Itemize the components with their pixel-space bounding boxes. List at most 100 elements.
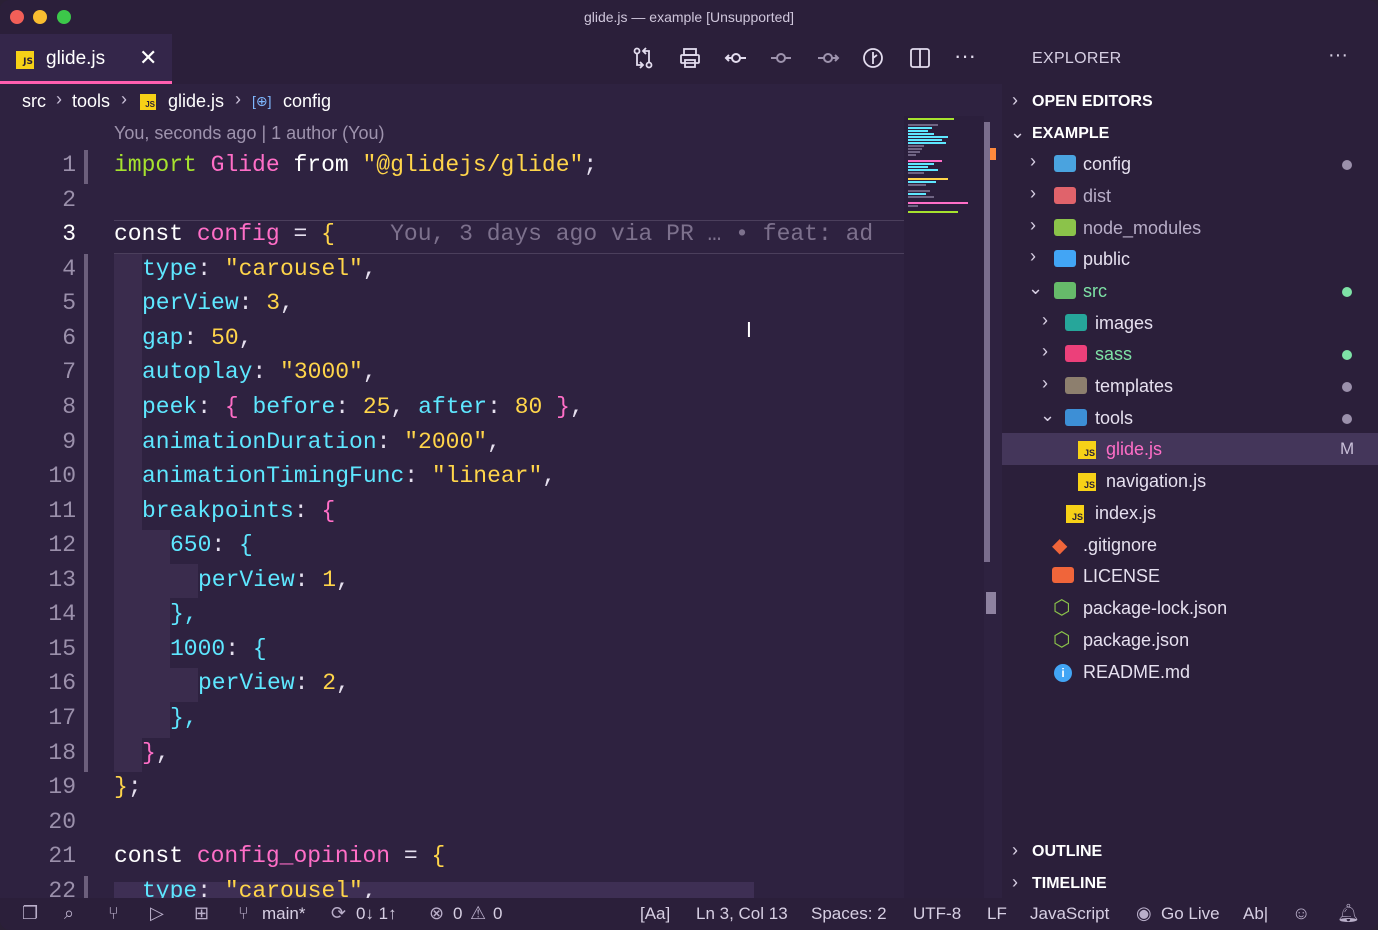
git-modified-badge: M (1340, 439, 1355, 458)
tree-item-dist[interactable]: › dist (1002, 180, 1378, 212)
folder-node-icon (1054, 219, 1076, 236)
code-line: perView: 2, (198, 670, 350, 696)
javascript-file-icon: JS (140, 94, 156, 110)
breadcrumb-chevron-icon: › (56, 89, 62, 109)
more-actions-icon[interactable]: ··· (952, 45, 978, 72)
tree-item-gitignore[interactable]: ◆ .gitignore (1002, 529, 1378, 561)
tree-item-package-lock-json[interactable]: ⬡ package-lock.json (1002, 592, 1378, 624)
title-bar: glide.js — example [Unsupported] (0, 0, 1378, 34)
code-line: peek: { before: 25, after: 80 }, (142, 394, 584, 420)
timeline-icon[interactable] (860, 46, 886, 72)
javascript-file-icon: JS (1078, 473, 1096, 491)
warning-count[interactable]: 0 (493, 904, 502, 924)
line-number: 5 (62, 290, 76, 316)
line-number: 11 (48, 498, 76, 524)
run-debug-icon[interactable]: ▷ (150, 903, 164, 924)
source-control-icon[interactable]: ⑂ (108, 903, 119, 924)
code-editor[interactable]: You, seconds ago | 1 author (You) 1 2 3 … (0, 116, 1002, 898)
tree-item-package-json[interactable]: ⬡ package.json (1002, 624, 1378, 656)
git-branch[interactable]: main* (262, 904, 305, 924)
tree-item-tools[interactable]: ⌄ tools (1002, 402, 1378, 434)
indent-guide (142, 530, 170, 738)
line-number: 16 (48, 670, 76, 696)
folder-public-icon (1054, 250, 1076, 267)
variable-symbol-icon: [⊕] (252, 93, 272, 109)
feedback-icon[interactable]: ☺ (1292, 903, 1310, 924)
code-line: type: "carousel", (142, 878, 377, 898)
breadcrumb-glide-js[interactable]: glide.js (168, 91, 224, 112)
chevron-right-icon: › (1030, 215, 1036, 235)
tree-item-navigation-js[interactable]: JS navigation.js (1002, 465, 1378, 497)
untracked-indicator (1342, 382, 1352, 392)
gutter-change-marker (84, 150, 88, 184)
end-of-line[interactable]: LF (987, 904, 1007, 924)
tree-item-license[interactable]: LICENSE (1002, 560, 1378, 592)
error-count[interactable]: 0 (453, 904, 462, 924)
section-example[interactable]: ⌄ EXAMPLE (1002, 122, 1378, 148)
code-line: 1000: { (170, 636, 267, 662)
close-tab-icon[interactable]: ✕ (139, 45, 157, 71)
folder-images-icon (1065, 314, 1087, 331)
code-line: const config_opinion = { (114, 843, 446, 869)
match-case-toggle[interactable]: [Aa] (640, 904, 670, 924)
tree-item-index-js[interactable]: JS index.js (1002, 497, 1378, 529)
sync-icon[interactable]: ⟳ (331, 903, 346, 924)
tree-item-readme-md[interactable]: i README.md (1002, 656, 1378, 688)
section-open-editors[interactable]: › OPEN EDITORS (1002, 90, 1378, 116)
section-timeline[interactable]: › TIMELINE (1002, 872, 1378, 898)
go-live-button[interactable]: Go Live (1161, 904, 1220, 924)
tree-item-src[interactable]: ⌄ src (1002, 275, 1378, 307)
indentation[interactable]: Spaces: 2 (811, 904, 887, 924)
tree-item-sass[interactable]: › sass (1002, 338, 1378, 370)
cursor-position[interactable]: Ln 3, Col 13 (696, 904, 788, 924)
status-bar: ❐ ⌕ ⑂ ▷ ⊞ ⑂ main* ⟳ 0↓ 1↑ ⊗ 0 ⚠ 0 [Aa] L… (0, 898, 1378, 930)
sync-status[interactable]: 0↓ 1↑ (356, 904, 397, 924)
tree-item-public[interactable]: › public (1002, 243, 1378, 275)
more-actions-icon[interactable]: ··· (1328, 44, 1348, 67)
breadcrumb: src › tools › JS glide.js › [⊕] config (0, 84, 1002, 116)
section-outline[interactable]: › OUTLINE (1002, 840, 1378, 866)
language-mode[interactable]: JavaScript (1030, 904, 1109, 924)
git-blame-header[interactable]: You, seconds ago | 1 author (You) (114, 123, 385, 144)
copy-icon[interactable]: ❐ (22, 903, 38, 924)
line-number: 22 (48, 878, 76, 898)
encoding[interactable]: UTF-8 (913, 904, 961, 924)
scrollbar-thumb[interactable] (984, 122, 990, 562)
scrollbar-marker (986, 592, 996, 614)
folder-dist-icon (1054, 187, 1076, 204)
print-icon[interactable] (677, 46, 703, 72)
breadcrumb-config[interactable]: config (283, 91, 331, 112)
git-commit-prev-icon[interactable] (768, 46, 794, 72)
warning-icon: ⚠ (470, 903, 487, 923)
git-commit-icon[interactable] (723, 46, 749, 72)
folder-sass-icon (1065, 345, 1087, 362)
indent-guide (114, 254, 142, 772)
search-icon[interactable]: ⌕ (64, 903, 74, 924)
chevron-right-icon: › (1042, 310, 1048, 330)
line-number: 15 (48, 636, 76, 662)
folder-src-icon (1054, 282, 1076, 299)
tree-item-glide-js[interactable]: JS glide.js M (1002, 433, 1378, 465)
code-line: type: "carousel", (142, 256, 377, 282)
breadcrumb-tools[interactable]: tools (72, 91, 110, 112)
breadcrumb-src[interactable]: src (22, 91, 46, 112)
git-icon: ◆ (1052, 535, 1068, 557)
split-editor-icon[interactable] (907, 46, 933, 72)
tree-item-node-modules[interactable]: › node_modules (1002, 212, 1378, 244)
extensions-icon[interactable]: ⊞ (194, 903, 209, 924)
line-number: 4 (62, 256, 76, 282)
modified-indicator (1342, 350, 1352, 360)
minimap[interactable] (904, 116, 984, 898)
bell-icon[interactable]: 🔔︎ (1337, 903, 1360, 924)
tree-item-config[interactable]: › config (1002, 148, 1378, 180)
editor-scrollbar[interactable] (984, 116, 1002, 898)
code-line: perView: 1, (198, 567, 350, 593)
spell-check[interactable]: Ab| (1243, 904, 1268, 924)
git-commit-next-icon[interactable] (815, 46, 841, 72)
tree-item-images[interactable]: › images (1002, 307, 1378, 339)
tree-item-templates[interactable]: › templates (1002, 370, 1378, 402)
git-compare-icon[interactable] (630, 46, 656, 72)
explorer-sidebar: EXPLORER ··· › OPEN EDITORS ⌄ EXAMPLE › … (1002, 34, 1378, 898)
chevron-right-icon: › (1030, 151, 1036, 171)
tab-glide-js[interactable]: JS glide.js ✕ (0, 34, 172, 84)
